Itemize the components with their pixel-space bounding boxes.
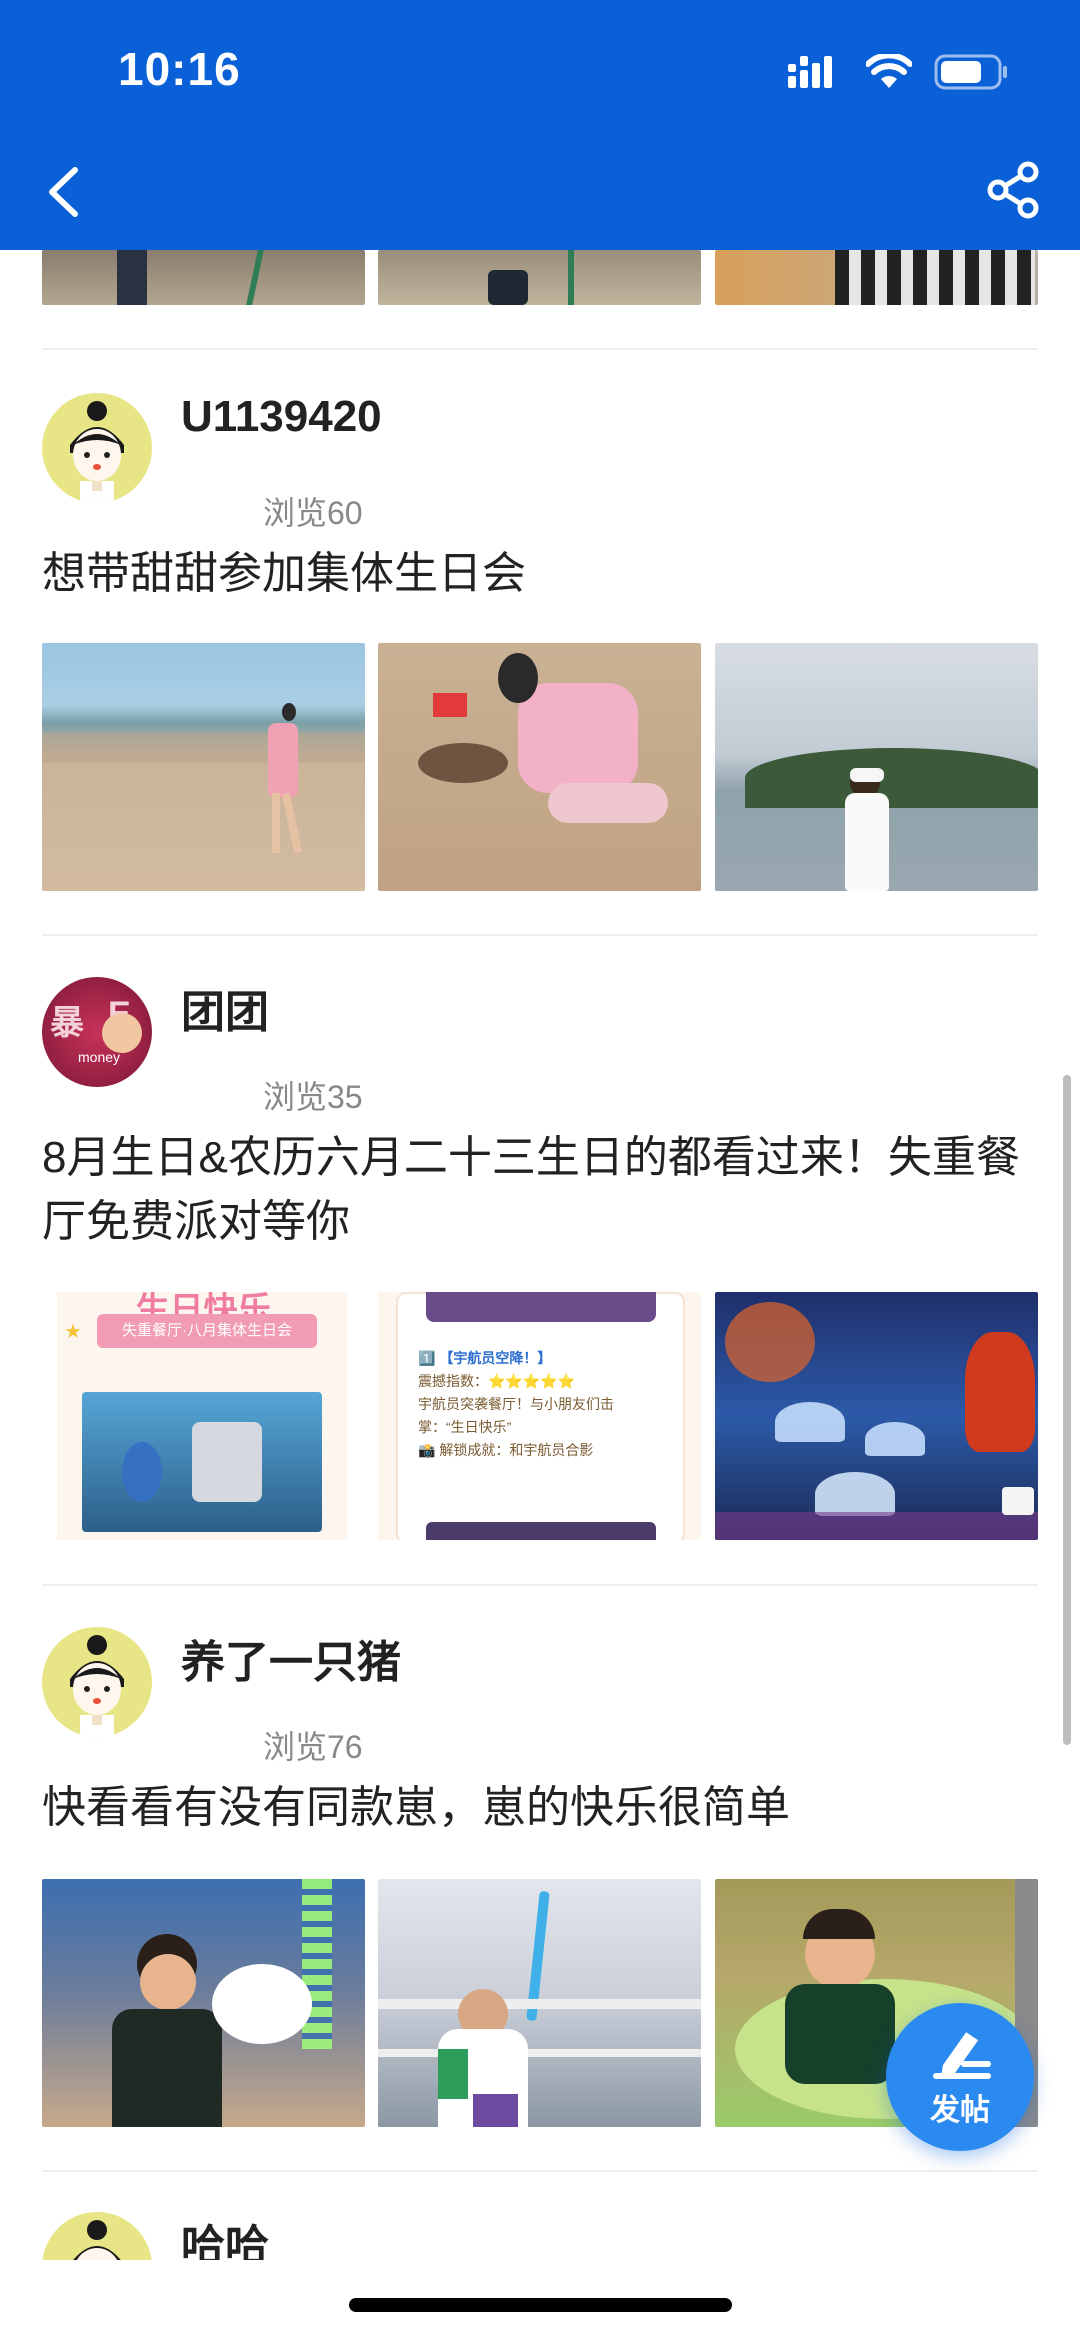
pencil-icon: [933, 2029, 991, 2079]
post-image[interactable]: [715, 1292, 1038, 1540]
post-divider: [42, 2170, 1038, 2172]
post-image[interactable]: 生日快乐 ★ 失重餐厅·八月集体生日会: [42, 1292, 365, 1540]
status-icons: [788, 52, 1010, 92]
post-title[interactable]: 想带甜甜参加集体生日会: [42, 542, 1042, 606]
wifi-icon: [866, 54, 912, 88]
post-username[interactable]: 养了一只猪: [181, 1626, 401, 1690]
battery-icon: [934, 54, 1007, 90]
post-view-count: 浏览76: [263, 1729, 363, 1765]
post-image[interactable]: [715, 250, 1038, 305]
avatar[interactable]: [42, 393, 152, 503]
cartoon-face-icon: [70, 401, 124, 503]
poster-ribbon: 失重餐厅·八月集体生日会: [97, 1314, 317, 1348]
share-button[interactable]: [984, 160, 1044, 220]
post-divider: [42, 348, 1038, 350]
avatar[interactable]: 暴 E money: [42, 977, 152, 1087]
post-image[interactable]: [42, 250, 365, 305]
post-title[interactable]: 8月生日&农历六月二十三生日的都看过来！失重餐厅免费派对等你: [42, 1126, 1042, 1254]
signal-icon: [788, 56, 832, 88]
post-image[interactable]: [42, 643, 365, 891]
new-post-label: 发帖: [930, 2094, 990, 2127]
post-title[interactable]: 快看看有没有同款崽，崽的快乐很简单: [42, 1776, 1042, 1840]
post-image[interactable]: [378, 250, 701, 305]
avatar[interactable]: [42, 1627, 152, 1737]
scrollbar[interactable]: [1063, 1075, 1071, 1745]
status-time: 10:16: [118, 43, 241, 95]
post-username[interactable]: 团团: [181, 976, 269, 1040]
back-button[interactable]: [40, 162, 90, 222]
home-indicator[interactable]: [349, 2298, 732, 2312]
cartoon-face-icon: [73, 2220, 121, 2260]
post-username[interactable]: U1139420: [181, 392, 382, 442]
new-post-button[interactable]: 发帖: [886, 2003, 1034, 2151]
post-image[interactable]: [42, 1879, 365, 2127]
avatar[interactable]: [42, 2212, 152, 2260]
avatar-text: 暴: [50, 1004, 84, 1042]
avatar-text: money: [78, 1049, 121, 1065]
post-image[interactable]: [378, 1879, 701, 2127]
top-bar: 10:16: [0, 0, 1080, 250]
post-username[interactable]: 哈哈: [181, 2210, 269, 2260]
cartoon-face-icon: [70, 1635, 124, 1737]
post-image[interactable]: [715, 643, 1038, 891]
post-view-count: 浏览60: [263, 495, 363, 531]
post-image[interactable]: [378, 643, 701, 891]
post-view-count: 浏览35: [263, 1079, 363, 1115]
poster-text: 1️⃣ 【宇航员空降！】 震撼指数：⭐⭐⭐⭐⭐ 宇航员突袭餐厅！与小朋友们击 掌…: [418, 1350, 614, 1458]
post-divider: [42, 1584, 1038, 1586]
post-image[interactable]: 1️⃣ 【宇航员空降！】 震撼指数：⭐⭐⭐⭐⭐ 宇航员突袭餐厅！与小朋友们击 掌…: [378, 1292, 701, 1540]
post-feed[interactable]: U1139420 浏览60 想带甜甜参加集体生日会 暴 E money 团团 浏…: [0, 250, 1080, 2260]
post-divider: [42, 934, 1038, 936]
